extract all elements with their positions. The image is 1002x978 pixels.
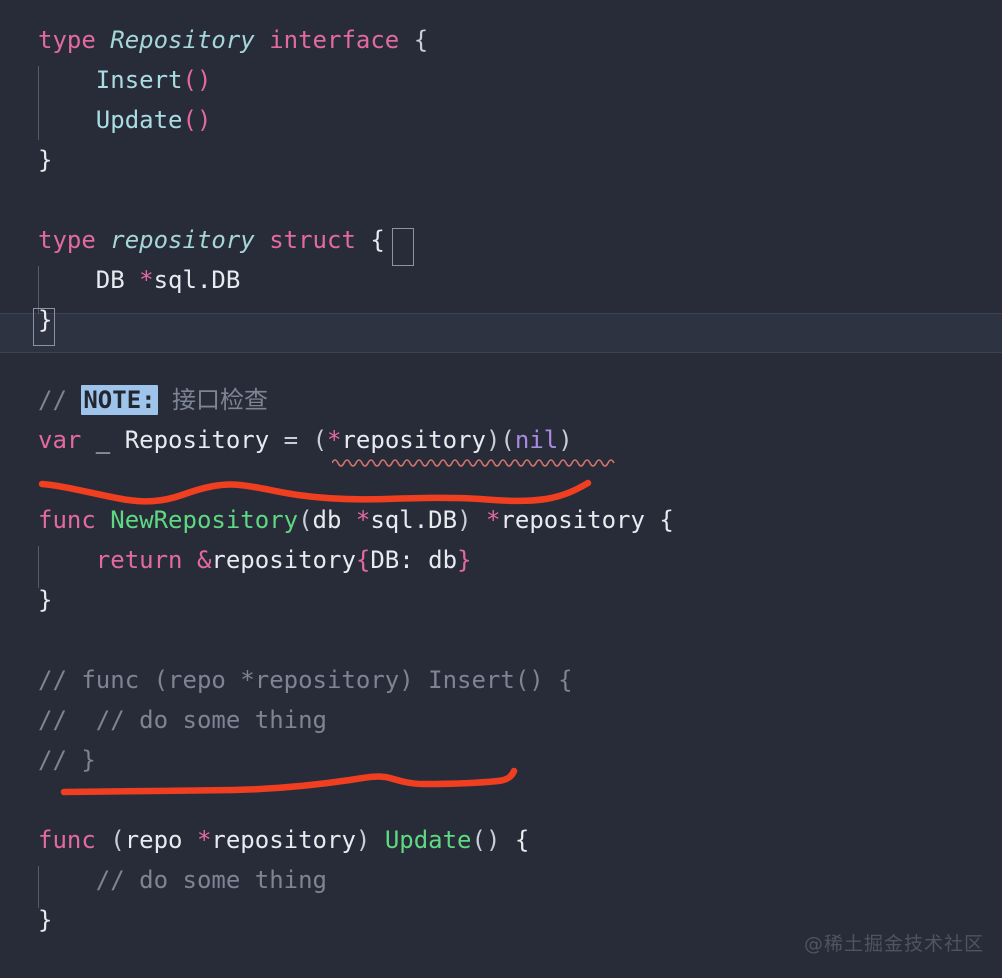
return-pointer-star: * [485, 506, 501, 534]
keyword-func: func [38, 826, 96, 854]
paren-open: ( [298, 506, 313, 534]
code-line-13: func NewRepository(db *sql.DB) *reposito… [38, 500, 674, 540]
type-name-Repository: Repository [110, 26, 255, 54]
function-name-NewRepository: NewRepository [110, 506, 299, 534]
code-line-11: var _ Repository = (*repository)(nil) [38, 420, 573, 460]
commented-out-code: // } [38, 746, 96, 774]
brace-open: { [644, 506, 674, 534]
code-line-15: } [38, 580, 52, 620]
comment-text: 接口检查 [157, 386, 269, 414]
brace-close: } [38, 306, 53, 334]
ident-repository: repository [341, 426, 486, 454]
commented-out-code: // func (repo *repository) Insert() { [38, 666, 573, 694]
struct-field-name: DB [95, 266, 140, 294]
code-editor-screenshot: type Repository interface { Insert() Upd… [0, 0, 1002, 978]
comment-text: // do some thing [95, 866, 327, 894]
brace-open: { [355, 546, 371, 574]
brace-close: } [38, 586, 53, 614]
type-name-repository: repository [110, 226, 255, 254]
code-line-1: type Repository interface { [38, 20, 428, 60]
param-name-db: db [312, 506, 356, 534]
code-line-3: Update() [38, 100, 212, 140]
code-line-20: // } [38, 740, 96, 780]
function-name-Update: Update [384, 826, 472, 854]
struct-literal-field: DB: db [370, 546, 458, 574]
receiver-name-repo: repo [124, 826, 197, 854]
code-text-layer: type Repository interface { Insert() Upd… [0, 0, 1002, 978]
note-tag-highlight: NOTE: [81, 385, 158, 415]
struct-field-type: sql.DB [153, 266, 241, 294]
keyword-return: return [95, 546, 183, 574]
ident-repository: repository [211, 546, 356, 574]
equals-sign: = [283, 426, 313, 454]
keyword-var: var [38, 426, 82, 454]
code-line-19: // // do some thing [38, 700, 327, 740]
parens: () [471, 826, 501, 854]
code-line-24: // do some thing [38, 860, 327, 900]
brace-open: { [370, 226, 385, 254]
param-type: sql.DB [370, 506, 458, 534]
return-type: repository [500, 506, 645, 534]
paren-open: ( [95, 826, 125, 854]
code-line-2: Insert() [38, 60, 212, 100]
brace-close: } [38, 906, 53, 934]
paren-open: ( [312, 426, 328, 454]
paren-close: ) [355, 826, 385, 854]
code-line-8: } [38, 300, 52, 340]
commented-out-code: // // do some thing [38, 706, 327, 734]
brace-close: } [38, 146, 53, 174]
method-Update: Update [95, 106, 183, 134]
paren-close: ) [457, 506, 486, 534]
brace-close: } [457, 546, 472, 574]
pointer-star: * [327, 426, 342, 454]
keyword-struct: struct [269, 226, 356, 254]
receiver-type: repository [211, 826, 356, 854]
code-line-7: DB *sql.DB [38, 260, 241, 300]
literal-nil: nil [514, 426, 559, 454]
error-squiggle-underline [332, 459, 615, 467]
keyword-type: type [38, 26, 96, 54]
brace-open: { [413, 26, 429, 54]
brace-open: { [500, 826, 530, 854]
code-line-10: // NOTE: 接口检查 [38, 380, 268, 420]
parens: () [182, 66, 212, 94]
paren-close: ) [558, 426, 573, 454]
keyword-type: type [38, 226, 96, 254]
comment-slashes: // [38, 386, 82, 414]
parens: () [182, 106, 212, 134]
keyword-interface: interface [269, 26, 400, 54]
code-line-23: func (repo *repository) Update() { [38, 820, 529, 860]
keyword-func: func [38, 506, 96, 534]
method-Insert: Insert [95, 66, 183, 94]
code-line-14: return &repository{DB: db} [38, 540, 472, 580]
code-line-6: type repository struct { [38, 220, 385, 260]
pointer-star: * [139, 266, 154, 294]
watermark: @稀土掘金技术社区 [803, 933, 984, 955]
code-line-18: // func (repo *repository) Insert() { [38, 660, 573, 700]
code-line-4: } [38, 140, 52, 180]
ampersand: & [196, 546, 212, 574]
var-decl-blank: _ Repository [81, 426, 284, 454]
paren-mid: )( [485, 426, 515, 454]
pointer-star: * [196, 826, 212, 854]
code-line-25: } [38, 900, 52, 940]
pointer-star: * [355, 506, 371, 534]
